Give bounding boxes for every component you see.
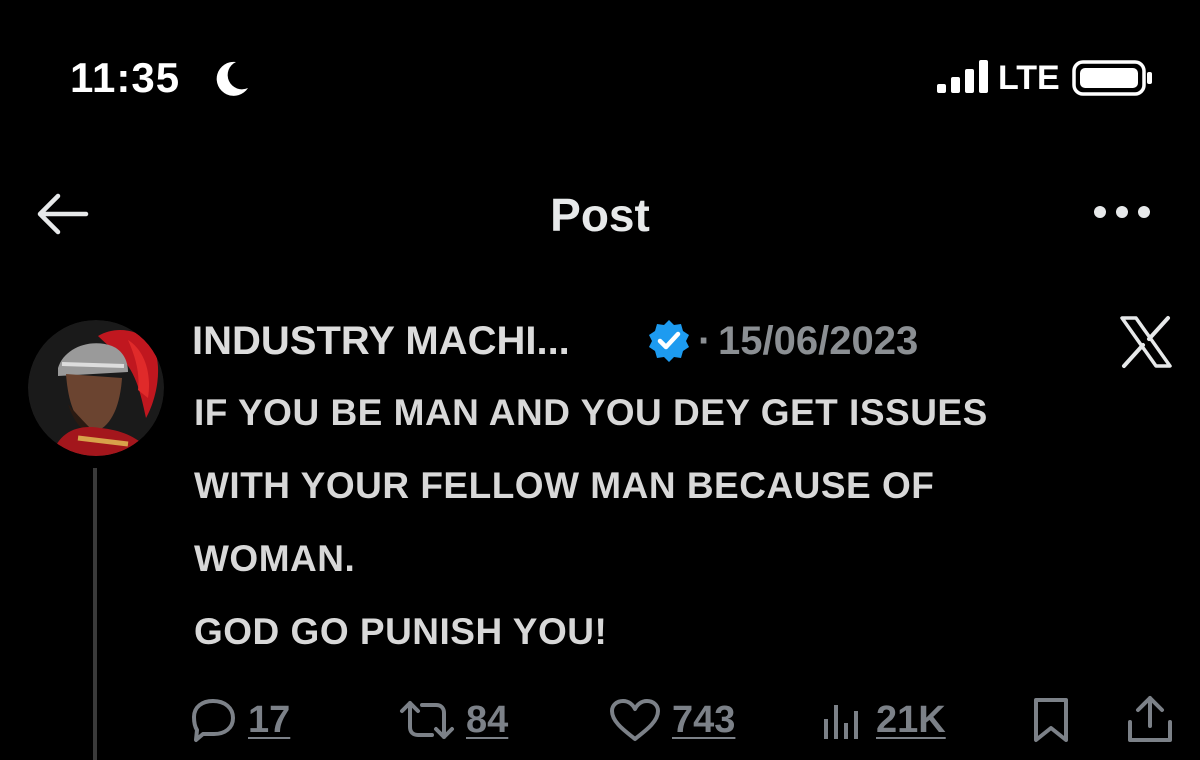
avatar[interactable] [28, 320, 164, 456]
signal-icon [937, 60, 988, 93]
date-separator: · [698, 319, 712, 363]
page-title: Post [550, 189, 650, 241]
repost-icon [400, 701, 454, 739]
network-label: LTE [998, 59, 1060, 97]
moon-icon [216, 61, 248, 96]
battery-icon [1072, 60, 1152, 96]
bookmark-icon[interactable] [1030, 696, 1072, 744]
heart-icon [610, 699, 660, 741]
post-text: IF YOU BE MAN AND YOU DEY GET ISSUES WIT… [194, 376, 1184, 668]
like-count: 743 [672, 699, 736, 741]
like-button[interactable]: 743 [608, 690, 735, 750]
repost-count: 84 [466, 699, 509, 741]
views-count: 21K [876, 699, 946, 741]
more-icon[interactable] [1090, 200, 1154, 224]
post-date[interactable]: 15/06/2023 [718, 316, 918, 366]
reply-icon [192, 699, 235, 742]
verified-badge-icon [649, 320, 689, 362]
status-time: 11:35 [70, 54, 181, 101]
author-name[interactable]: INDUSTRY MACHI... [192, 316, 570, 366]
repost-button[interactable]: 84 [398, 690, 508, 750]
post-text-line: GOD GO PUNISH YOU! [194, 611, 608, 652]
post-text-line: IF YOU BE MAN AND YOU DEY GET ISSUES [194, 392, 988, 433]
reply-button[interactable]: 17 [188, 690, 290, 750]
post-text-line: WITH YOUR FELLOW MAN BECAUSE OF [194, 465, 935, 506]
views-chart-icon [824, 705, 858, 739]
views-button[interactable]: 21K [820, 690, 946, 750]
share-icon[interactable] [1124, 692, 1176, 746]
post-text-line: WOMAN. [194, 538, 356, 579]
thread-line [93, 468, 97, 760]
reply-count: 17 [248, 699, 291, 741]
x-logo-icon [1120, 316, 1172, 368]
